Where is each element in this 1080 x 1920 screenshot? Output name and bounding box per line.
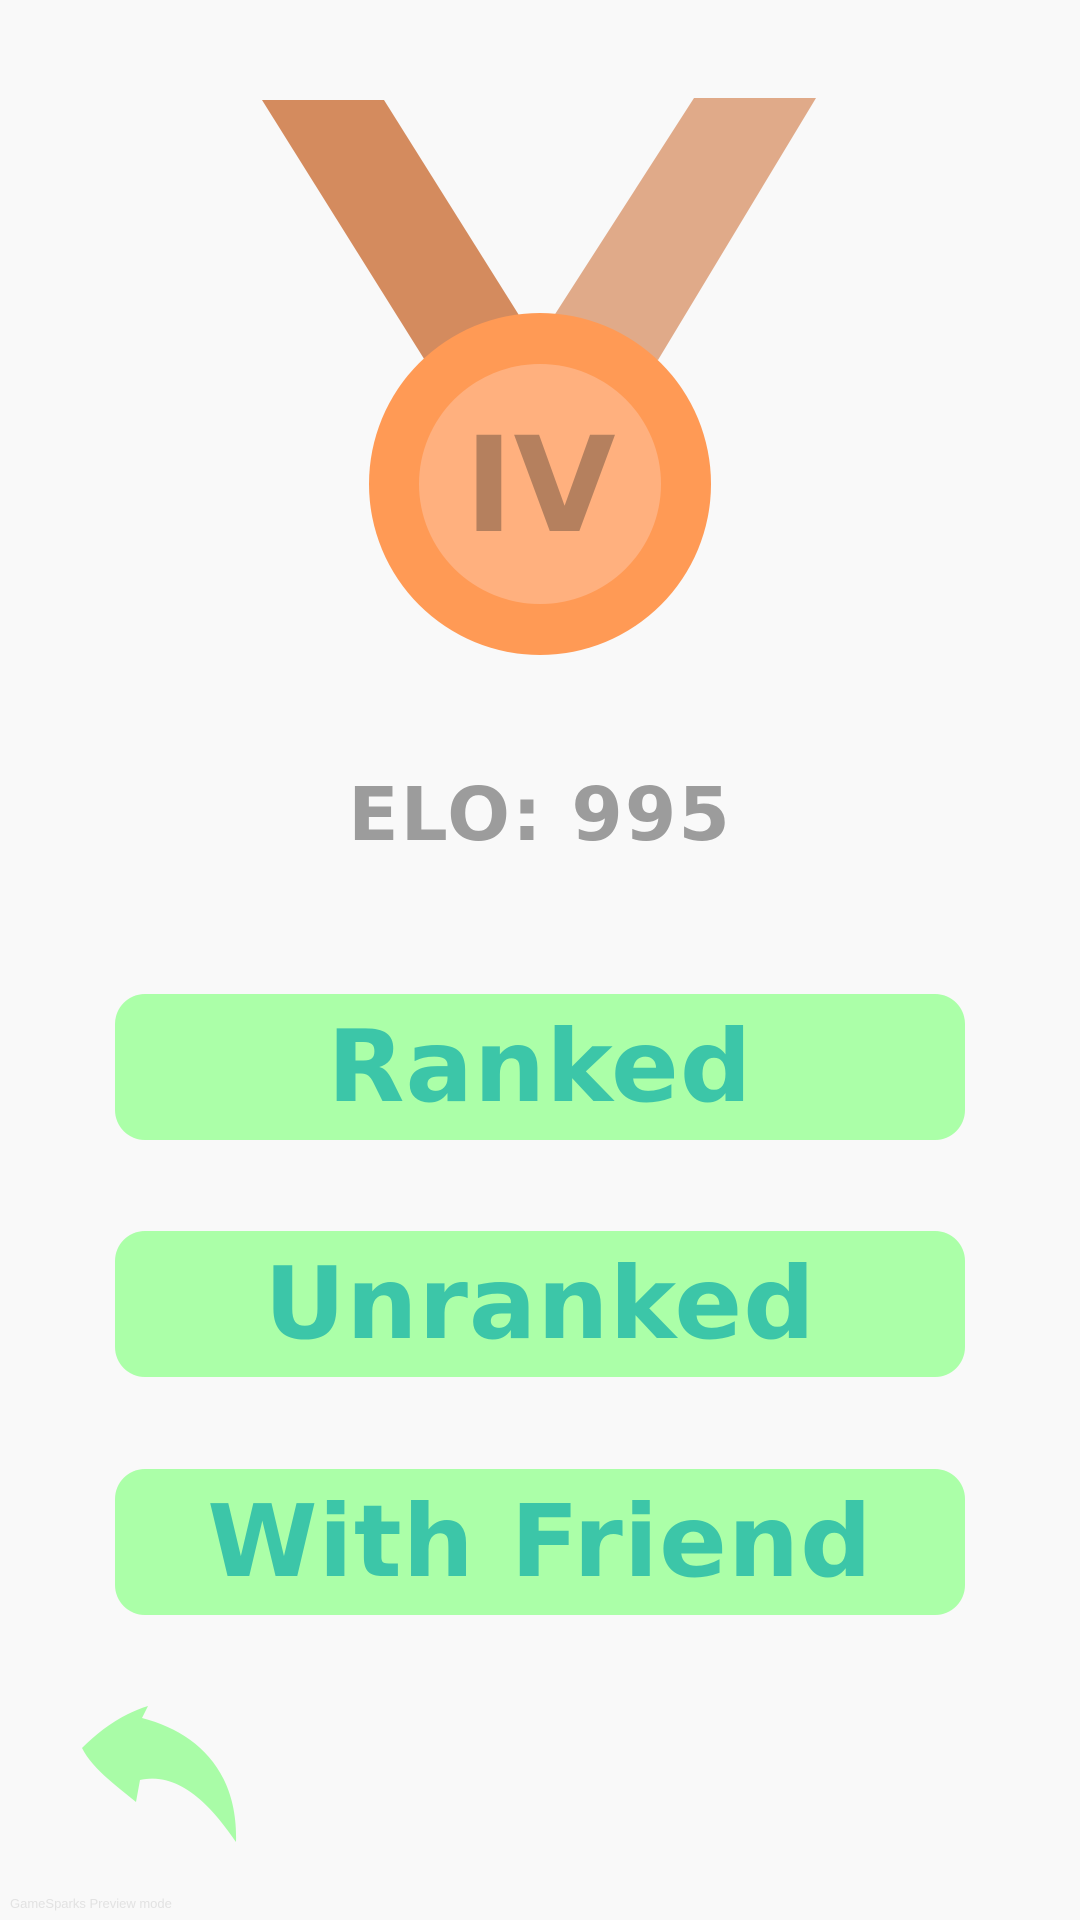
rank-medal: IV bbox=[262, 98, 816, 655]
ribbon-left bbox=[262, 100, 522, 362]
ranked-button-label: Ranked bbox=[327, 1008, 753, 1125]
unranked-button[interactable]: Unranked bbox=[115, 1231, 965, 1377]
with-friend-button-label: With Friend bbox=[207, 1483, 873, 1600]
rank-numeral: IV bbox=[464, 409, 615, 563]
unranked-button-label: Unranked bbox=[264, 1245, 816, 1362]
match-select-screen: IV ELO: 995 Ranked Unranked With Friend … bbox=[0, 0, 1080, 1920]
preview-watermark: GameSparks Preview mode bbox=[10, 1896, 172, 1911]
back-arrow-icon[interactable] bbox=[78, 1700, 243, 1850]
elo-rating: ELO: 995 bbox=[348, 772, 732, 858]
ranked-button[interactable]: Ranked bbox=[115, 994, 965, 1140]
with-friend-button[interactable]: With Friend bbox=[115, 1469, 965, 1615]
